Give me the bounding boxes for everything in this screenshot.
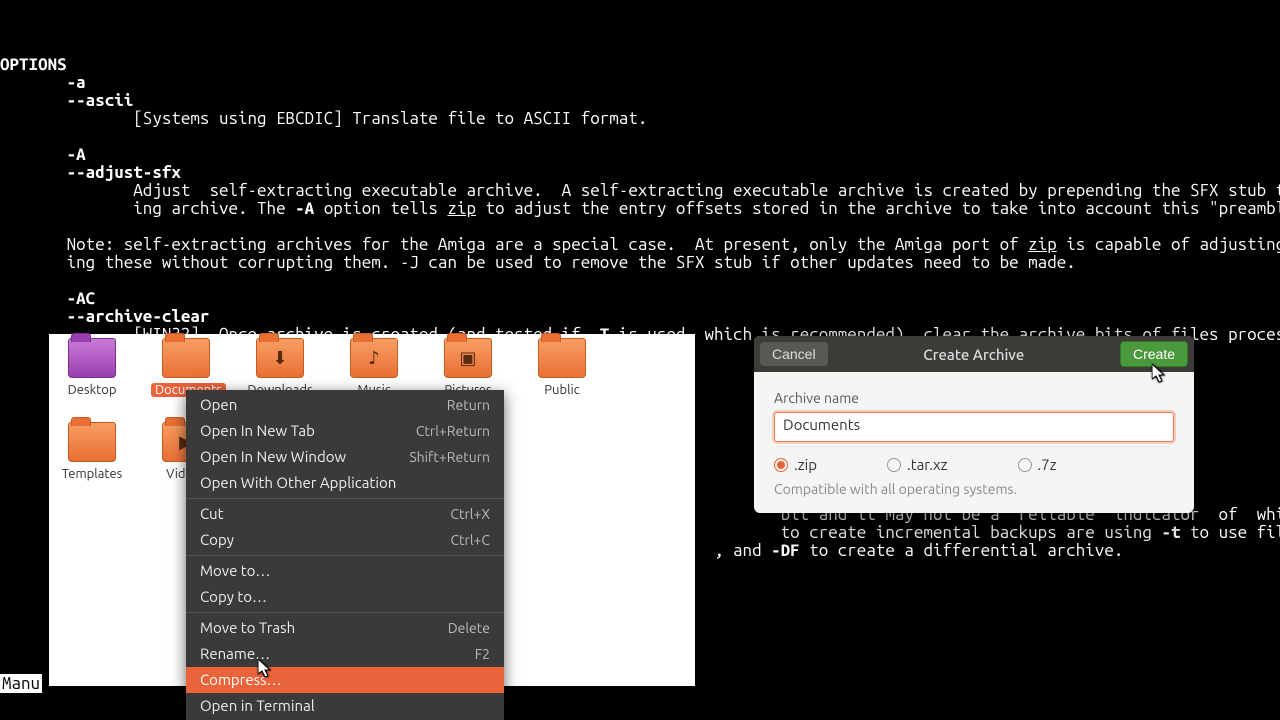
ctx-cut[interactable]: CutCtrl+X <box>186 501 504 527</box>
manpage-status: Manu <box>0 674 42 693</box>
folder-music[interactable]: ♪Music <box>339 338 409 398</box>
format-zip-radio[interactable]: .zip <box>774 456 817 473</box>
ctx-open-in-terminal[interactable]: Open in Terminal <box>186 693 504 719</box>
ctx-open-other-app[interactable]: Open With Other Application <box>186 470 504 496</box>
radio-icon <box>887 458 901 472</box>
create-button[interactable]: Create <box>1120 341 1188 367</box>
ctx-open-new-window[interactable]: Open In New WindowShift+Return <box>186 444 504 470</box>
format-7z-radio[interactable]: .7z <box>1018 456 1057 473</box>
format-hint: Compatible with all operating systems. <box>774 481 1174 497</box>
folder-templates[interactable]: Templates <box>57 422 127 482</box>
dialog-header: Cancel Create Archive Create <box>754 336 1194 372</box>
folder-desktop[interactable]: Desktop <box>57 338 127 398</box>
ctx-separator <box>186 555 504 556</box>
ctx-move-to[interactable]: Move to… <box>186 558 504 584</box>
ctx-rename[interactable]: Rename…F2 <box>186 641 504 667</box>
folder-label: Public <box>544 383 579 397</box>
radio-icon <box>1018 458 1032 472</box>
ctx-open[interactable]: OpenReturn <box>186 392 504 418</box>
ctx-copy[interactable]: CopyCtrl+C <box>186 527 504 553</box>
radio-selected-icon <box>774 458 788 472</box>
ctx-separator <box>186 612 504 613</box>
ctx-separator <box>186 498 504 499</box>
create-archive-dialog: Cancel Create Archive Create Archive nam… <box>754 336 1194 513</box>
pictures-icon: ▣ <box>445 339 491 377</box>
folder-downloads[interactable]: ⬇Downloads <box>245 338 315 398</box>
archive-name-input[interactable]: Documents <box>774 412 1174 442</box>
folder-label: Templates <box>62 467 123 481</box>
ctx-compress[interactable]: Compress… <box>186 667 504 693</box>
download-icon: ⬇ <box>257 339 303 377</box>
cancel-button[interactable]: Cancel <box>760 342 828 366</box>
context-menu: OpenReturn Open In New TabCtrl+Return Op… <box>186 390 504 720</box>
ctx-copy-to[interactable]: Copy to… <box>186 584 504 610</box>
format-tarxz-radio[interactable]: .tar.xz <box>887 456 948 473</box>
ctx-move-to-trash[interactable]: Move to TrashDelete <box>186 615 504 641</box>
music-icon: ♪ <box>351 339 397 377</box>
folder-pictures[interactable]: ▣Pictures <box>433 338 503 398</box>
folder-public[interactable]: Public <box>527 338 597 398</box>
folder-documents[interactable]: Documents <box>151 338 221 398</box>
ctx-open-new-tab[interactable]: Open In New TabCtrl+Return <box>186 418 504 444</box>
dialog-title: Create Archive <box>828 346 1120 363</box>
archive-name-label: Archive name <box>774 390 1174 406</box>
folder-label: Desktop <box>68 383 117 397</box>
